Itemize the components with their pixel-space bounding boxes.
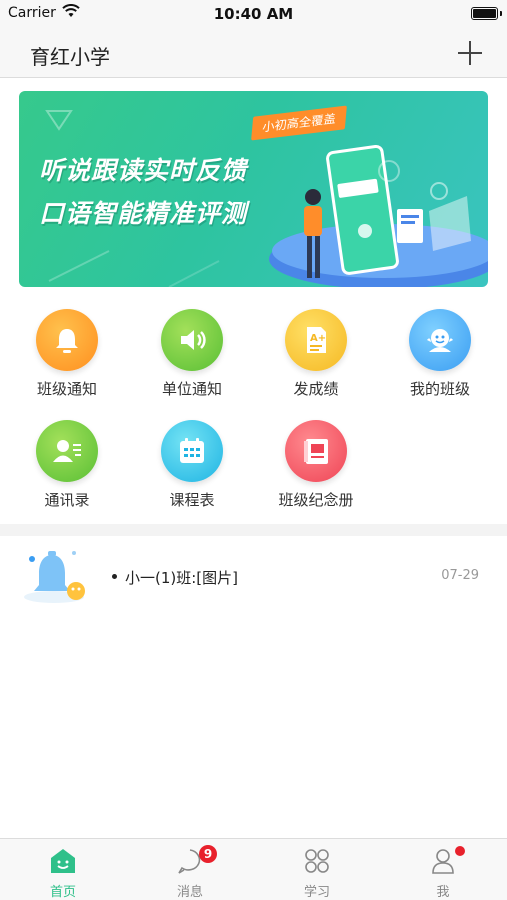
- notification-dot: [455, 846, 465, 856]
- grid-item-album[interactable]: 班级纪念册: [261, 420, 371, 510]
- grid-label: 发成绩: [293, 380, 339, 398]
- page-title: 育红小学: [30, 45, 110, 69]
- list-item[interactable]: 小一(1)班:[图片] 07-29: [0, 537, 507, 617]
- class-icon: [409, 309, 471, 371]
- message-text: 小一(1)班:[图片]: [125, 569, 239, 587]
- grid-label: 班级通知: [36, 380, 97, 398]
- bell-icon: [36, 309, 98, 371]
- grid-item-class-notice[interactable]: 班级通知: [12, 309, 122, 399]
- home-icon: [51, 849, 75, 873]
- grid-label: 班级纪念册: [278, 491, 354, 509]
- navigation-bar: 育红小学: [0, 28, 507, 78]
- tab-label: 我: [436, 885, 450, 900]
- tab-label: 消息: [176, 885, 203, 900]
- album-icon: [285, 420, 347, 482]
- banner-headline: 听说跟读实时反馈: [39, 156, 248, 185]
- tab-label: 学习: [303, 885, 330, 900]
- svg-text:A+: A+: [310, 333, 326, 344]
- message-date: 07-29: [441, 568, 479, 583]
- apps-icon: [305, 849, 329, 873]
- message-preview: 小一(1)班:[图片]: [112, 567, 238, 588]
- status-time: 10:40 AM: [213, 5, 294, 23]
- bell-notification-icon: [24, 551, 85, 603]
- banner-subheadline: 口语智能精准评测: [39, 199, 248, 228]
- user-icon: [432, 849, 454, 874]
- schedule-icon: [161, 420, 223, 482]
- status-bar: Carrier 10:40 AM: [0, 0, 507, 28]
- grade-icon: A+: [285, 309, 347, 371]
- grid-item-schedule[interactable]: 课程表: [137, 420, 247, 510]
- unread-badge: 9: [199, 845, 217, 863]
- speaker-icon: [161, 309, 223, 371]
- tab-bar: 首页 9 消息 学习 我: [0, 838, 507, 900]
- grid-item-unit-notice[interactable]: 单位通知: [137, 309, 247, 399]
- grid-item-grades[interactable]: A+ 发成绩: [261, 309, 371, 399]
- tab-study[interactable]: 学习: [254, 839, 380, 900]
- battery-icon: [471, 7, 502, 20]
- plus-icon[interactable]: [457, 40, 483, 66]
- grid-label: 我的班级: [409, 380, 470, 398]
- contacts-icon: [36, 420, 98, 482]
- grid-label: 课程表: [169, 491, 215, 509]
- section-divider: [0, 524, 507, 536]
- tab-home[interactable]: 首页: [0, 839, 126, 900]
- grid-label: 单位通知: [161, 380, 222, 398]
- grid-item-my-class[interactable]: 我的班级: [385, 309, 495, 399]
- grid-label: 通讯录: [44, 491, 90, 509]
- tab-messages[interactable]: 9 消息: [127, 839, 253, 900]
- tab-me[interactable]: 我: [380, 839, 506, 900]
- tab-label: 首页: [49, 885, 76, 900]
- promo-banner[interactable]: 小初高全覆盖 听说跟读实时反馈 口语智能精准评测: [19, 91, 488, 287]
- bullet-dot: [112, 574, 117, 579]
- grid-item-contacts[interactable]: 通讯录: [12, 420, 122, 510]
